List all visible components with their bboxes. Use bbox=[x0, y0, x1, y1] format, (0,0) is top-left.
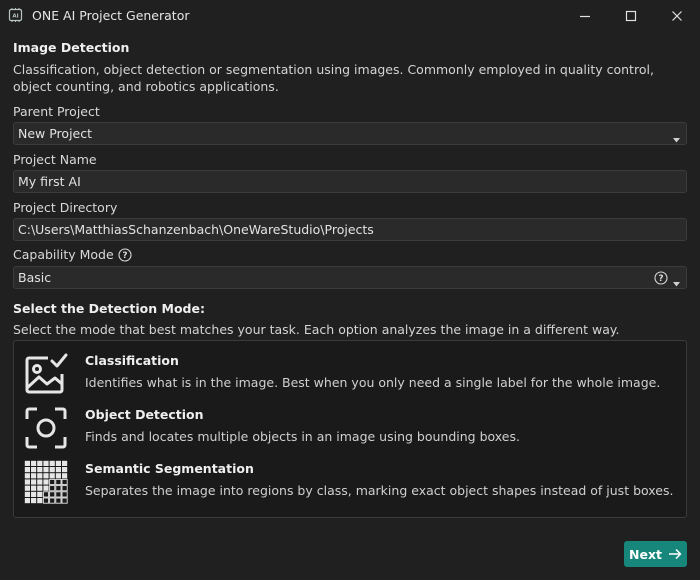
mode-title: Object Detection bbox=[85, 407, 204, 422]
svg-text:AI: AI bbox=[12, 14, 18, 20]
project-directory-value: C:\Users\MatthiasSchanzenbach\OneWareStu… bbox=[18, 222, 374, 237]
detection-mode-heading: Select the Detection Mode: bbox=[13, 301, 205, 316]
project-name-value: My first AI bbox=[18, 174, 81, 189]
maximize-icon bbox=[625, 10, 637, 22]
parent-project-dropdown[interactable]: New Project bbox=[13, 122, 687, 145]
page-description: Classification, object detection or segm… bbox=[13, 62, 654, 94]
parent-project-label-text: Parent Project bbox=[13, 104, 100, 119]
help-circle-icon[interactable]: ? bbox=[654, 271, 668, 285]
mode-title: Classification bbox=[85, 353, 179, 368]
chevron-down-icon bbox=[673, 131, 680, 143]
capability-mode-label: Capability Mode ? bbox=[13, 247, 132, 262]
capability-mode-dropdown[interactable]: Basic ? bbox=[13, 266, 687, 289]
project-name-label-text: Project Name bbox=[13, 152, 97, 167]
grid-segmentation-icon bbox=[24, 460, 68, 504]
mode-option-classification[interactable]: Classification Identifies what is in the… bbox=[14, 349, 686, 399]
mode-title: Semantic Segmentation bbox=[85, 461, 254, 476]
minimize-button[interactable] bbox=[562, 0, 608, 32]
project-name-input[interactable]: My first AI bbox=[13, 170, 687, 193]
mode-description: Identifies what is in the image. Best wh… bbox=[85, 375, 661, 390]
window-title: ONE AI Project Generator bbox=[32, 8, 190, 23]
minimize-icon bbox=[579, 10, 591, 22]
next-button[interactable]: Next bbox=[624, 541, 687, 567]
project-directory-label-text: Project Directory bbox=[13, 200, 118, 215]
chevron-down-icon bbox=[673, 275, 680, 287]
focus-target-icon bbox=[24, 406, 68, 450]
mode-option-object-detection[interactable]: Object Detection Finds and locates multi… bbox=[14, 403, 686, 453]
mode-option-semantic-segmentation[interactable]: Semantic Segmentation Separates the imag… bbox=[14, 457, 686, 507]
mode-description: Finds and locates multiple objects in an… bbox=[85, 429, 520, 444]
detection-mode-description: Select the mode that best matches your t… bbox=[13, 322, 620, 337]
parent-project-label: Parent Project bbox=[13, 104, 100, 119]
help-circle-icon[interactable]: ? bbox=[118, 247, 132, 262]
project-name-label: Project Name bbox=[13, 152, 97, 167]
parent-project-value: New Project bbox=[18, 126, 93, 141]
image-check-icon bbox=[24, 352, 68, 396]
project-directory-label: Project Directory bbox=[13, 200, 117, 215]
ai-chip-icon: AI bbox=[8, 8, 23, 22]
maximize-button[interactable] bbox=[608, 0, 654, 32]
mode-description: Separates the image into regions by clas… bbox=[85, 483, 674, 498]
svg-text:?: ? bbox=[658, 274, 663, 284]
project-directory-input[interactable]: C:\Users\MatthiasSchanzenbach\OneWareStu… bbox=[13, 218, 687, 241]
capability-mode-value: Basic bbox=[18, 270, 52, 285]
detection-mode-list: Classification Identifies what is in the… bbox=[13, 340, 687, 518]
page-heading: Image Detection bbox=[13, 40, 130, 55]
svg-text:?: ? bbox=[122, 251, 127, 261]
close-icon bbox=[671, 10, 683, 22]
project-generator-window: AI ONE AI Project Generator Image Detect… bbox=[0, 0, 700, 580]
capability-mode-label-text: Capability Mode bbox=[13, 247, 114, 262]
next-button-label: Next bbox=[629, 546, 662, 562]
title-bar[interactable]: AI ONE AI Project Generator bbox=[0, 0, 700, 32]
close-button[interactable] bbox=[654, 0, 700, 32]
arrow-right-icon bbox=[668, 548, 682, 560]
